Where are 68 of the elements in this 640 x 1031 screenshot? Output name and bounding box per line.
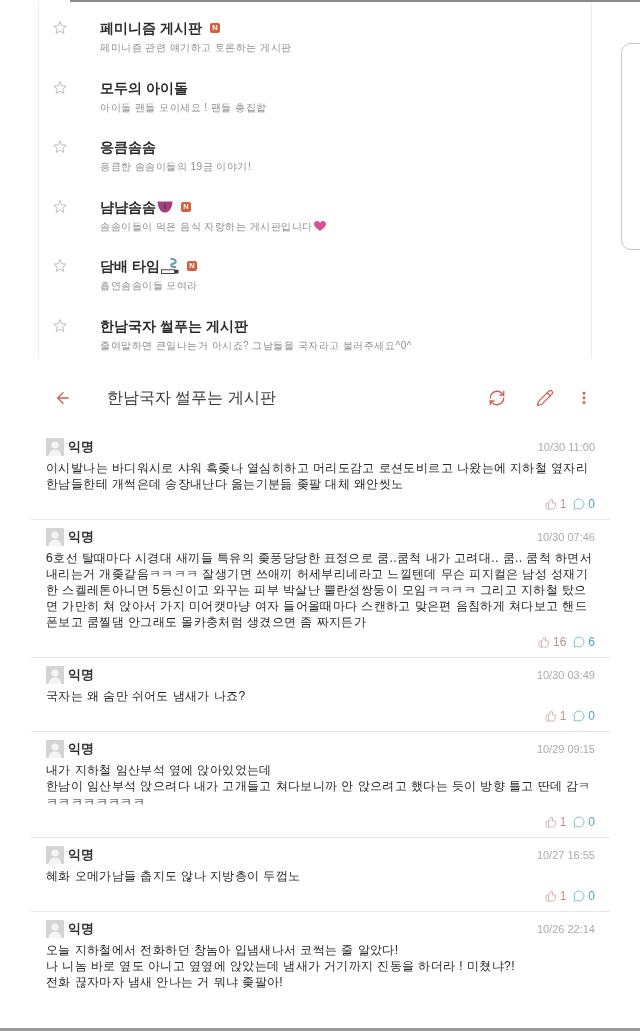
post-time: 10/27 16:55 xyxy=(536,848,595,862)
board-title[interactable]: 한남국자 썰푸는 게시판 xyxy=(100,315,248,336)
author-name: 익명 xyxy=(68,740,94,758)
pencil-icon[interactable] xyxy=(536,389,554,407)
like-count: 16 xyxy=(552,634,567,649)
post-text[interactable]: 국자는 왜 숨만 쉬어도 냄새가 나죠? xyxy=(46,688,596,704)
comment-icon[interactable] xyxy=(573,815,586,828)
avatar-icon xyxy=(46,740,64,758)
post-text[interactable]: 6호선 탈때마다 시경대 새끼들 특유의 좆풍당당한 표정으로 쿰..쿰척 내가 고려대.. 쿰.. 쿰척 하면서 내리는거 개좆같음ㅋㅋㅋㅋ 잘생기면 쓰애끼 허세부리네라고 느낄텐데 무슨 피지컬은 남성 성재기 한 스켈레톤아니면 5등신이고 와꾸는 피부 박살난 뿔란성쌍둥이 모임ㅋㅋㅋㅋ 그리고 지하철 탔으면 가만히 쳐 앉아서 가지 미어캣마냥 여자 들어올때마다 스캔하고 맞은편 음침하게 쳐다보고 핸드폰보고 쿰찔댐 안그래도 몰카충처럼 생겼으면 좀 짜지든가 xyxy=(46,550,596,630)
avatar-icon xyxy=(46,528,64,546)
board-description: 흡연솜솜이들 모여라 xyxy=(100,279,198,293)
like-count: 1 xyxy=(559,888,567,903)
comment-count: 6 xyxy=(588,634,595,649)
board-description: 솜솜이들이 먹은 음식 자랑하는 게시판입니다 xyxy=(100,219,313,234)
avatar-icon xyxy=(46,920,64,938)
comment-count: 0 xyxy=(588,496,595,511)
post-text[interactable]: 이시발나는 바디워시로 샤워 흑좆나 열심히하고 머리도감고 로션도비르고 나왔는에 지하철 옆자리 한남들한테 개썩은데 송장내난다 옮는기분듦 좆팔 대체 왜안씻노 xyxy=(46,460,596,492)
post-text[interactable]: 오늘 지하철에서 전화하던 창놈아 입냄새나서 코썩는 줄 알았다! 나 니놈 바로 옆도 아니고 옆옆에 앉았는데 냄새가 거기까지 진동을 하더라 ! 미쳤냐?! 전화 끊자마자 냄새 안나는 거 뭐냐 좆팔아! xyxy=(46,942,596,990)
post-time: 10/30 11:00 xyxy=(537,440,595,454)
star-icon[interactable] xyxy=(53,318,67,332)
author-name: 익명 xyxy=(68,528,94,546)
comment-icon[interactable] xyxy=(573,709,586,722)
comment-icon[interactable] xyxy=(573,635,586,648)
comment-count: 0 xyxy=(588,814,595,829)
post-text[interactable]: 내가 지하철 임산부석 옆에 앉아있었는데 한남이 임산부석 앉으려다 내가 고개들고 쳐다보니까 안 앉으려고 했다는 듯이 방향 틀고 딴데 감ㅋㅋㅋㅋㅋㅋㅋㅋㅋ xyxy=(46,762,596,810)
star-icon[interactable] xyxy=(53,140,67,153)
comment-count: 0 xyxy=(588,708,595,723)
board-description: 아이돌 팬들 모이세요 ! 팬들 총집합 xyxy=(100,100,267,115)
like-count: 1 xyxy=(559,496,567,511)
board-title[interactable]: 모두의 아이돌 xyxy=(100,77,188,98)
thumbs-up-icon[interactable] xyxy=(544,497,557,510)
author-name: 익명 xyxy=(68,438,94,456)
cigarette-icon xyxy=(160,258,179,274)
avatar-icon xyxy=(46,438,64,456)
like-count: 1 xyxy=(559,814,567,829)
board-description: 줄여말하면 큰일나는거 아시죠? 그남들을 국자라고 불러주세요^0^ xyxy=(100,338,412,353)
board-description: 페미니즘 관련 얘기하고 토론하는 게시판 xyxy=(100,41,292,55)
refresh-icon[interactable] xyxy=(488,389,506,407)
thumbs-up-icon[interactable] xyxy=(544,889,557,902)
author-name: 익명 xyxy=(68,920,94,938)
board-title[interactable]: 페미니즘 게시판 xyxy=(100,18,202,38)
board-title[interactable]: 담배 타임 xyxy=(100,256,160,276)
comment-icon[interactable] xyxy=(573,889,586,902)
author-name: 익명 xyxy=(68,846,94,864)
avatar-icon xyxy=(46,846,64,864)
post-time: 10/30 03:49 xyxy=(536,668,595,682)
comment-icon[interactable] xyxy=(573,497,586,510)
board-title[interactable]: 응큼솜솜 xyxy=(100,137,156,157)
star-icon[interactable] xyxy=(53,80,67,94)
post-time: 10/26 22:14 xyxy=(536,922,595,936)
star-icon[interactable] xyxy=(53,21,67,34)
tongue-icon xyxy=(157,200,173,213)
author-name: 익명 xyxy=(68,666,94,684)
thumbs-up-icon[interactable] xyxy=(544,709,557,722)
board-description: 응큼한 솜솜이들의 19금 이야기! xyxy=(100,160,252,174)
post-time: 10/29 09:15 xyxy=(536,742,595,756)
thumbs-up-icon[interactable] xyxy=(544,815,557,828)
avatar-icon xyxy=(46,666,64,684)
page-title: 한남국자 썰푸는 게시판 xyxy=(107,388,276,408)
heart-icon xyxy=(313,221,326,231)
post-text[interactable]: 혜화 오메가남들 춥지도 않나 지방층이 두껍노 xyxy=(46,868,596,884)
comment-count: 0 xyxy=(588,888,595,903)
star-icon[interactable] xyxy=(53,259,67,272)
board-title[interactable]: 냠냠솜솜 xyxy=(100,196,156,217)
thumbs-up-icon[interactable] xyxy=(537,635,550,648)
star-icon[interactable] xyxy=(53,199,67,213)
post-time: 10/30 07:46 xyxy=(536,530,595,544)
like-count: 1 xyxy=(559,708,567,723)
